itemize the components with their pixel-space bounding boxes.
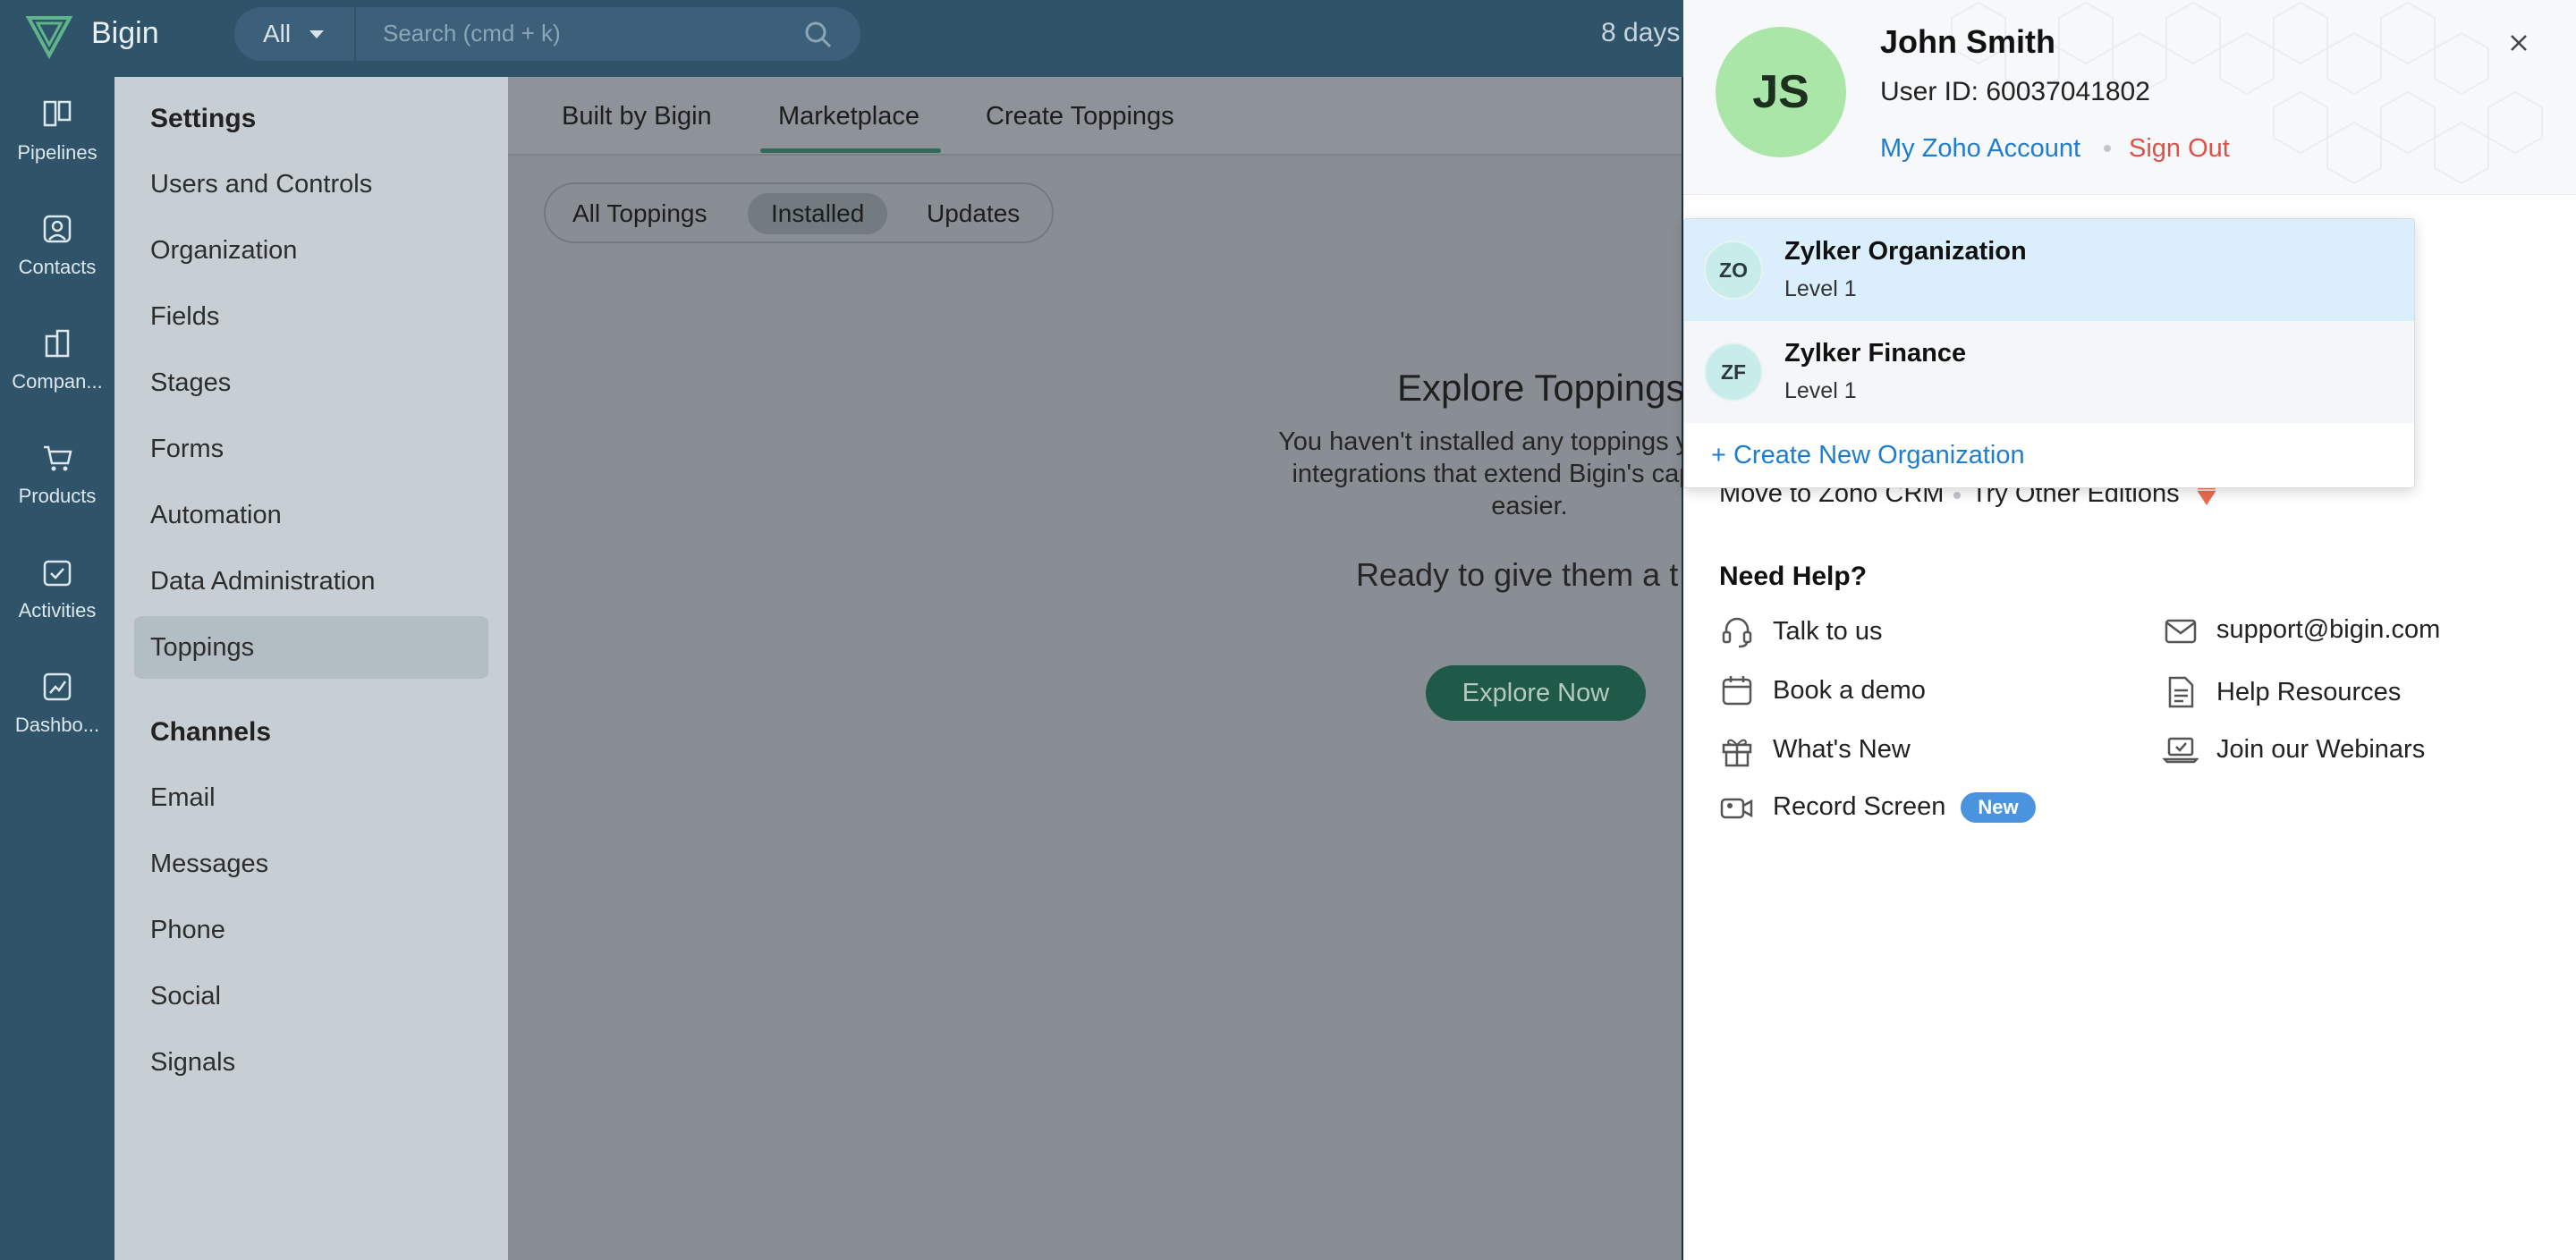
- explore-now-button[interactable]: Explore Now: [1426, 665, 1646, 721]
- new-badge: New: [1961, 792, 2036, 823]
- nav-item-pipelines[interactable]: Pipelines: [0, 98, 114, 197]
- search-module-label: All: [263, 20, 292, 47]
- pipelines-icon: [43, 100, 72, 127]
- nav-label: Dashbo...: [14, 714, 100, 736]
- active-tab-indicator: [760, 148, 941, 153]
- pill-all-toppings[interactable]: All Toppings: [549, 193, 730, 234]
- search-icon[interactable]: [803, 20, 834, 50]
- talk-to-us-link[interactable]: Talk to us: [1773, 617, 1883, 647]
- record-screen-link[interactable]: Record Screen: [1773, 792, 1945, 822]
- separator-dot: [2104, 145, 2111, 152]
- channels-heading: Channels: [150, 717, 272, 747]
- org-option-zylker-finance[interactable]: ZF Zylker Finance Level 1: [1684, 321, 2414, 423]
- trial-days-text[interactable]: 8 days: [1601, 18, 1680, 48]
- create-new-organization-link[interactable]: + Create New Organization: [1711, 441, 2025, 470]
- chevron-down-icon: [309, 30, 324, 38]
- settings-heading: Settings: [150, 104, 257, 133]
- settings-item-organization[interactable]: Organization: [150, 236, 297, 266]
- companies-icon: [45, 329, 70, 358]
- settings-item-forms[interactable]: Forms: [150, 435, 224, 464]
- brand-name: Bigin: [91, 16, 159, 50]
- pill-updates[interactable]: Updates: [903, 193, 1043, 234]
- sign-out-link[interactable]: Sign Out: [2129, 134, 2230, 164]
- settings-item-stages[interactable]: Stages: [150, 368, 231, 398]
- channel-item-signals[interactable]: Signals: [150, 1048, 235, 1078]
- activities-icon: [43, 560, 72, 587]
- nav-item-products[interactable]: Products: [0, 442, 114, 540]
- channel-item-phone[interactable]: Phone: [150, 916, 225, 945]
- nav-label: Activities: [18, 599, 97, 622]
- video-camera-icon: [1720, 798, 1753, 819]
- org-option-zylker-organization[interactable]: ZO Zylker Organization Level 1: [1684, 219, 2414, 321]
- channel-item-social[interactable]: Social: [150, 982, 221, 1011]
- calendar-icon: [1722, 676, 1752, 706]
- settings-sidebar: Settings Users and Controls Organization…: [114, 77, 508, 1260]
- tab-built-by-bigin[interactable]: Built by Bigin: [562, 102, 712, 131]
- need-help-heading: Need Help?: [1719, 562, 1868, 591]
- left-navigation: Pipelines Contacts Compan... Products Ac…: [0, 77, 114, 1260]
- organization-switcher-menu: ZO Zylker Organization Level 1 ZF Zylker…: [1683, 218, 2415, 488]
- separator-dot: [1953, 492, 1961, 499]
- empty-state-subtitle: Ready to give them a t: [1356, 556, 1679, 593]
- org-avatar: ZF: [1704, 342, 1763, 402]
- profile-drawer: JS John Smith User ID: 60037041802 My Zo…: [1683, 0, 2576, 1260]
- search-input[interactable]: Search (cmd + k): [383, 20, 561, 47]
- settings-item-users-and-controls[interactable]: Users and Controls: [150, 170, 372, 199]
- nav-item-contacts[interactable]: Contacts: [0, 213, 114, 311]
- search-module-select[interactable]: All: [234, 7, 356, 61]
- user-name: John Smith: [1880, 23, 2055, 60]
- org-name: Zylker Finance: [1784, 339, 1967, 368]
- nav-label: Pipelines: [17, 141, 97, 164]
- nav-item-activities[interactable]: Activities: [0, 556, 114, 655]
- nav-item-dashboards[interactable]: Dashbo...: [0, 671, 114, 769]
- nav-label: Compan...: [12, 370, 103, 393]
- user-id: User ID: 60037041802: [1880, 77, 2150, 106]
- org-avatar: ZO: [1704, 241, 1763, 300]
- document-icon: [2168, 676, 2194, 708]
- settings-item-automation[interactable]: Automation: [150, 501, 282, 530]
- laptop-icon: [2163, 737, 2199, 764]
- settings-item-data-administration[interactable]: Data Administration: [150, 567, 375, 596]
- my-zoho-account-link[interactable]: My Zoho Account: [1880, 134, 2080, 164]
- tab-create-toppings[interactable]: Create Toppings: [986, 102, 1174, 131]
- gift-icon: [1722, 739, 1752, 767]
- nav-item-companies[interactable]: Compan...: [0, 327, 114, 426]
- join-our-webinars-link[interactable]: Join our Webinars: [2216, 735, 2425, 765]
- book-a-demo-link[interactable]: Book a demo: [1773, 676, 1926, 706]
- org-name: Zylker Organization: [1784, 237, 2027, 266]
- bigin-logo-icon[interactable]: [25, 13, 73, 61]
- tab-marketplace[interactable]: Marketplace: [778, 102, 919, 131]
- pill-installed[interactable]: Installed: [748, 193, 888, 234]
- org-level: Level 1: [1784, 276, 1857, 301]
- nav-label: Products: [18, 485, 97, 507]
- support-email-link[interactable]: support@bigin.com: [2216, 615, 2440, 645]
- empty-state-title: Explore Toppings: [1397, 367, 1685, 409]
- settings-item-fields[interactable]: Fields: [150, 302, 219, 332]
- help-resources-link[interactable]: Help Resources: [2216, 678, 2401, 707]
- close-icon[interactable]: [2503, 27, 2535, 59]
- contacts-icon: [43, 215, 72, 243]
- settings-item-toppings[interactable]: Toppings: [150, 633, 254, 663]
- nav-label: Contacts: [18, 256, 97, 278]
- dashboards-icon: [43, 672, 72, 701]
- whats-new-link[interactable]: What's New: [1773, 735, 1911, 765]
- products-icon: [44, 445, 72, 471]
- profile-header: JS John Smith User ID: 60037041802 My Zo…: [1683, 0, 2576, 195]
- channel-item-email[interactable]: Email: [150, 783, 216, 813]
- mail-icon: [2165, 619, 2197, 644]
- headset-icon: [1722, 617, 1752, 648]
- avatar[interactable]: JS: [1716, 27, 1846, 157]
- org-level: Level 1: [1784, 378, 1857, 403]
- channel-item-messages[interactable]: Messages: [150, 850, 268, 879]
